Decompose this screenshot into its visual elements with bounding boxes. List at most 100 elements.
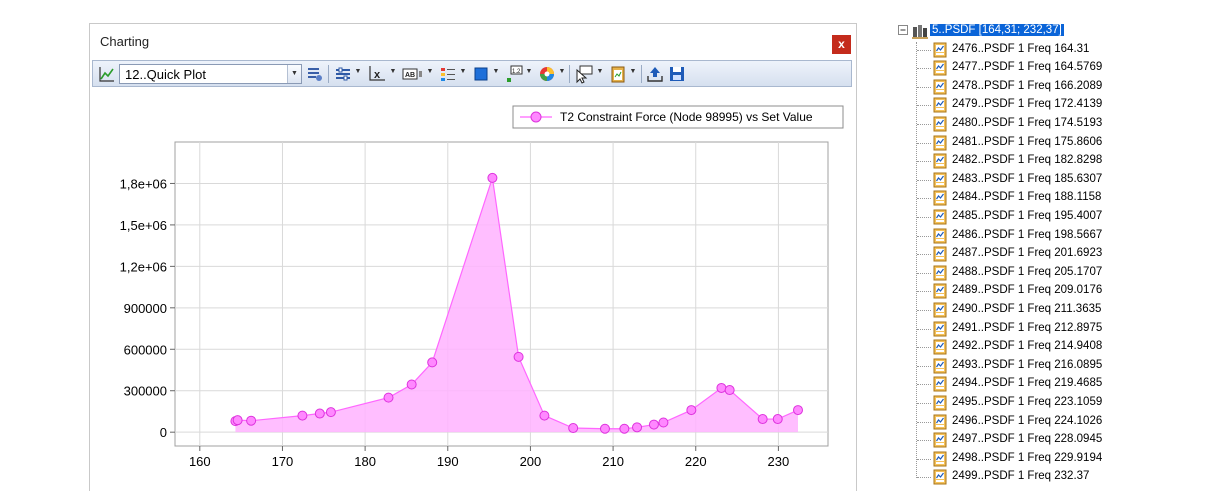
- window-title: Charting: [100, 34, 150, 49]
- table-settings-icon[interactable]: [306, 64, 324, 84]
- save-icon[interactable]: [668, 64, 686, 84]
- tree-item[interactable]: 2479..PSDF 1 Freq 172.4139: [890, 96, 1140, 115]
- tree-item[interactable]: 2487..PSDF 1 Freq 201.6923: [890, 245, 1140, 264]
- tree-item[interactable]: 2496..PSDF 1 Freq 224.1026: [890, 413, 1140, 432]
- plot-select[interactable]: 12..Quick Plot ▼: [119, 64, 302, 84]
- chevron-down-icon[interactable]: ▼: [459, 68, 467, 75]
- chart-document-icon: [933, 135, 947, 150]
- chevron-down-icon[interactable]: ▼: [426, 68, 434, 75]
- chevron-down-icon[interactable]: ▼: [525, 68, 533, 75]
- tree-item[interactable]: 2488..PSDF 1 Freq 205.1707: [890, 264, 1140, 283]
- chevron-down-icon[interactable]: ▼: [492, 68, 500, 75]
- data-point[interactable]: [513, 351, 524, 362]
- data-point[interactable]: [658, 417, 669, 428]
- data-point[interactable]: [487, 172, 498, 183]
- data-point[interactable]: [568, 423, 579, 434]
- data-point[interactable]: [772, 414, 783, 425]
- tree-item[interactable]: 2482..PSDF 1 Freq 182.8298: [890, 152, 1140, 171]
- export-icon[interactable]: [646, 64, 664, 84]
- collapse-icon[interactable]: [898, 25, 909, 36]
- series-settings-icon[interactable]: [334, 64, 352, 84]
- chevron-down-icon[interactable]: ▼: [287, 65, 301, 83]
- tree-item[interactable]: 2491..PSDF 1 Freq 212.8975: [890, 320, 1140, 339]
- tree-branch-line: [917, 86, 931, 88]
- chart: 160 170 180 190 200 210 220 230 0 300000 600000 90…: [120, 105, 844, 469]
- tree-item-label: 2499..PSDF 1 Freq 232.37: [952, 470, 1090, 483]
- data-point[interactable]: [232, 415, 243, 426]
- tree-item-label: 2494..PSDF 1 Freq 219.4685: [952, 377, 1103, 390]
- tree-item[interactable]: 2477..PSDF 1 Freq 164.5769: [890, 59, 1140, 78]
- tree-branch-line: [917, 49, 931, 51]
- chart-document-icon: [933, 302, 947, 318]
- axis-x-icon[interactable]: x: [367, 64, 387, 84]
- data-point[interactable]: [297, 410, 308, 421]
- line-chart-icon[interactable]: [98, 64, 116, 84]
- chevron-down-icon[interactable]: ▼: [354, 68, 362, 75]
- data-point[interactable]: [757, 414, 768, 425]
- clipboard-icon[interactable]: [609, 64, 627, 84]
- chevron-down-icon[interactable]: ▼: [596, 68, 604, 75]
- y-tick-label: 1,2e+06: [120, 259, 167, 274]
- x-tick-label: 210: [602, 454, 624, 469]
- data-point[interactable]: [619, 423, 630, 434]
- data-point[interactable]: [427, 357, 438, 368]
- tree-item[interactable]: 2497..PSDF 1 Freq 228.0945: [890, 431, 1140, 450]
- data-point[interactable]: [599, 423, 610, 434]
- tree-branch-line: [917, 440, 931, 442]
- tree-item[interactable]: 2476..PSDF 1 Freq 164.31: [890, 41, 1140, 60]
- tree-item[interactable]: 2498..PSDF 1 Freq 229.9194: [890, 450, 1140, 469]
- x-tick-label: 230: [768, 454, 790, 469]
- tree-root-node[interactable]: 5..PSDF [164,31; 232,37]: [890, 22, 1140, 41]
- chevron-down-icon[interactable]: ▼: [389, 68, 397, 75]
- data-point[interactable]: [724, 385, 735, 396]
- data-point[interactable]: [716, 382, 727, 393]
- tree-item[interactable]: 2493..PSDF 1 Freq 216.0895: [890, 357, 1140, 376]
- tree-item[interactable]: 2494..PSDF 1 Freq 219.4685: [890, 375, 1140, 394]
- x-tick-label: 170: [272, 454, 294, 469]
- data-point[interactable]: [648, 419, 659, 430]
- data-point[interactable]: [406, 379, 417, 390]
- tree-branch-line: [917, 477, 931, 479]
- tree-item-label: 2484..PSDF 1 Freq 188.1158: [952, 191, 1102, 204]
- chart-document-icon: [933, 321, 947, 336]
- tree-item[interactable]: 2483..PSDF 1 Freq 185.6307: [890, 171, 1140, 190]
- data-point[interactable]: [632, 422, 643, 433]
- x-tick-label: 220: [685, 454, 707, 469]
- chart-document-icon: [933, 60, 947, 76]
- tree-item[interactable]: 2484..PSDF 1 Freq 188.1158: [890, 189, 1140, 208]
- data-point[interactable]: [792, 405, 803, 416]
- tree-item[interactable]: 2478..PSDF 1 Freq 166.2089: [890, 78, 1140, 97]
- tree-branch-line: [917, 272, 931, 274]
- tree-item[interactable]: 2499..PSDF 1 Freq 232.37: [890, 468, 1140, 487]
- data-point[interactable]: [325, 407, 336, 418]
- data-point[interactable]: [686, 405, 697, 416]
- label-icon[interactable]: AB: [402, 64, 424, 84]
- tree-item[interactable]: 2486..PSDF 1 Freq 198.5667: [890, 227, 1140, 246]
- tree-item[interactable]: 2480..PSDF 1 Freq 174.5193: [890, 115, 1140, 134]
- tree-view: 5..PSDF [164,31; 232,37] 2476..PSDF 1 Fr…: [890, 22, 1140, 500]
- tree-item[interactable]: 2481..PSDF 1 Freq 175.8606: [890, 134, 1140, 153]
- data-label-icon[interactable]: 1.2: [505, 64, 523, 84]
- chevron-down-icon[interactable]: ▼: [629, 68, 637, 75]
- legend: T2 Constraint Force (Node 98995) vs Set …: [512, 105, 844, 129]
- fill-color-icon[interactable]: [472, 64, 490, 84]
- tree-item[interactable]: 2490..PSDF 1 Freq 211.3635: [890, 301, 1140, 320]
- tree-item[interactable]: 2492..PSDF 1 Freq 214.9408: [890, 338, 1140, 357]
- tree-item[interactable]: 2495..PSDF 1 Freq 223.1059: [890, 394, 1140, 413]
- data-point[interactable]: [383, 392, 394, 403]
- chevron-down-icon[interactable]: ▼: [558, 68, 566, 75]
- chart-document-icon: [933, 469, 947, 485]
- tree-item[interactable]: 2485..PSDF 1 Freq 195.4007: [890, 208, 1140, 227]
- svg-text:x: x: [374, 69, 381, 81]
- data-point[interactable]: [539, 410, 550, 421]
- data-point[interactable]: [246, 415, 257, 426]
- legend-icon[interactable]: [439, 64, 457, 84]
- close-button[interactable]: x: [832, 35, 851, 54]
- tree-item[interactable]: 2489..PSDF 1 Freq 209.0176: [890, 282, 1140, 301]
- color-wheel-icon[interactable]: [538, 64, 556, 84]
- tree-branch-line: [917, 254, 931, 256]
- x-tick-label: 160: [189, 454, 211, 469]
- data-point[interactable]: [314, 408, 325, 419]
- cursor-icon[interactable]: [574, 64, 594, 84]
- tree-item-label: 2488..PSDF 1 Freq 205.1707: [952, 265, 1103, 278]
